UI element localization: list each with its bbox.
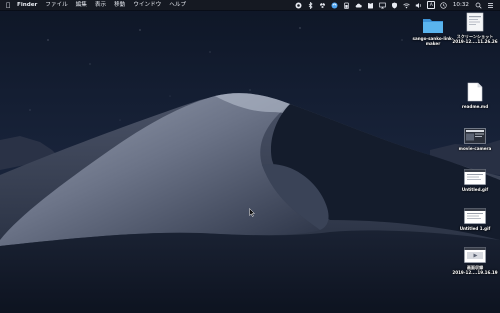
gif-thumbnail-icon: [464, 208, 486, 224]
bluetooth-icon[interactable]: [307, 1, 314, 9]
clock-icon: [440, 1, 447, 9]
control-center-icon[interactable]: [487, 2, 494, 9]
clipboard-icon[interactable]: [367, 2, 374, 9]
menu-view[interactable]: 表示: [91, 0, 110, 10]
desktop-icon-screen-recording[interactable]: 画面収録 2019-12....19.16.19: [447, 247, 500, 275]
desktop[interactable]:  Finder ファイル 編集 表示 移動 ウインドウ ヘルプ: [0, 0, 500, 313]
volume-icon[interactable]: [415, 2, 422, 9]
desktop-icon-label: Untitled 1.gif: [459, 226, 491, 231]
desktop-icon-folder[interactable]: sango-sanko-link- maker: [405, 16, 461, 46]
folder-icon: [423, 19, 443, 33]
menu-window[interactable]: ウインドウ: [129, 0, 165, 10]
menu-file[interactable]: ファイル: [41, 0, 71, 10]
desktop-icon-movie-camera[interactable]: movie-camera: [447, 128, 500, 151]
dropbox-icon[interactable]: [319, 2, 326, 9]
desktop-icon-label: Untitled.gif: [461, 187, 489, 192]
desktop-icon-label: sango-sanko-link- maker: [412, 36, 454, 46]
menu-go[interactable]: 移動: [110, 0, 129, 10]
shield-icon[interactable]: [391, 2, 398, 9]
record-icon[interactable]: [295, 2, 302, 9]
menu-help[interactable]: ヘルプ: [165, 0, 190, 10]
apple-logo-icon[interactable]: : [3, 1, 13, 9]
wallpaper-mojave-dark: [0, 0, 500, 313]
input-source-icon[interactable]: A: [427, 1, 436, 9]
wifi-icon[interactable]: [403, 2, 411, 9]
sync-icon[interactable]: [331, 2, 338, 9]
cloud-icon[interactable]: [355, 2, 363, 9]
menu-bar:  Finder ファイル 編集 表示 移動 ウインドウ ヘルプ: [0, 0, 500, 10]
menu-app-finder[interactable]: Finder: [13, 0, 41, 10]
desktop-icon-label: 画面収録 2019-12....19.16.19: [452, 265, 498, 275]
desktop-icon-untitled-1-gif[interactable]: Untitled 1.gif: [447, 208, 500, 231]
desktop-icon-label: movie-camera: [458, 146, 492, 151]
video-thumbnail-icon: [464, 247, 486, 263]
screenshot-thumbnail-icon: [466, 12, 484, 32]
gif-thumbnail-icon: [464, 169, 486, 185]
airplay-icon[interactable]: [379, 2, 387, 9]
desktop-icon-untitled-gif[interactable]: Untitled.gif: [447, 169, 500, 192]
menu-edit[interactable]: 編集: [72, 0, 91, 10]
desktop-icon-readme[interactable]: readme.md: [447, 82, 500, 109]
search-icon[interactable]: [475, 2, 482, 9]
input-source-label: A: [429, 2, 433, 8]
desktop-icon-label: readme.md: [461, 104, 489, 109]
battery-icon[interactable]: [343, 2, 350, 9]
menu-clock[interactable]: 10:32: [453, 0, 469, 10]
document-icon: [467, 82, 483, 102]
mouse-cursor-icon: [249, 208, 255, 217]
screenshot-thumbnail-icon: [464, 128, 486, 144]
